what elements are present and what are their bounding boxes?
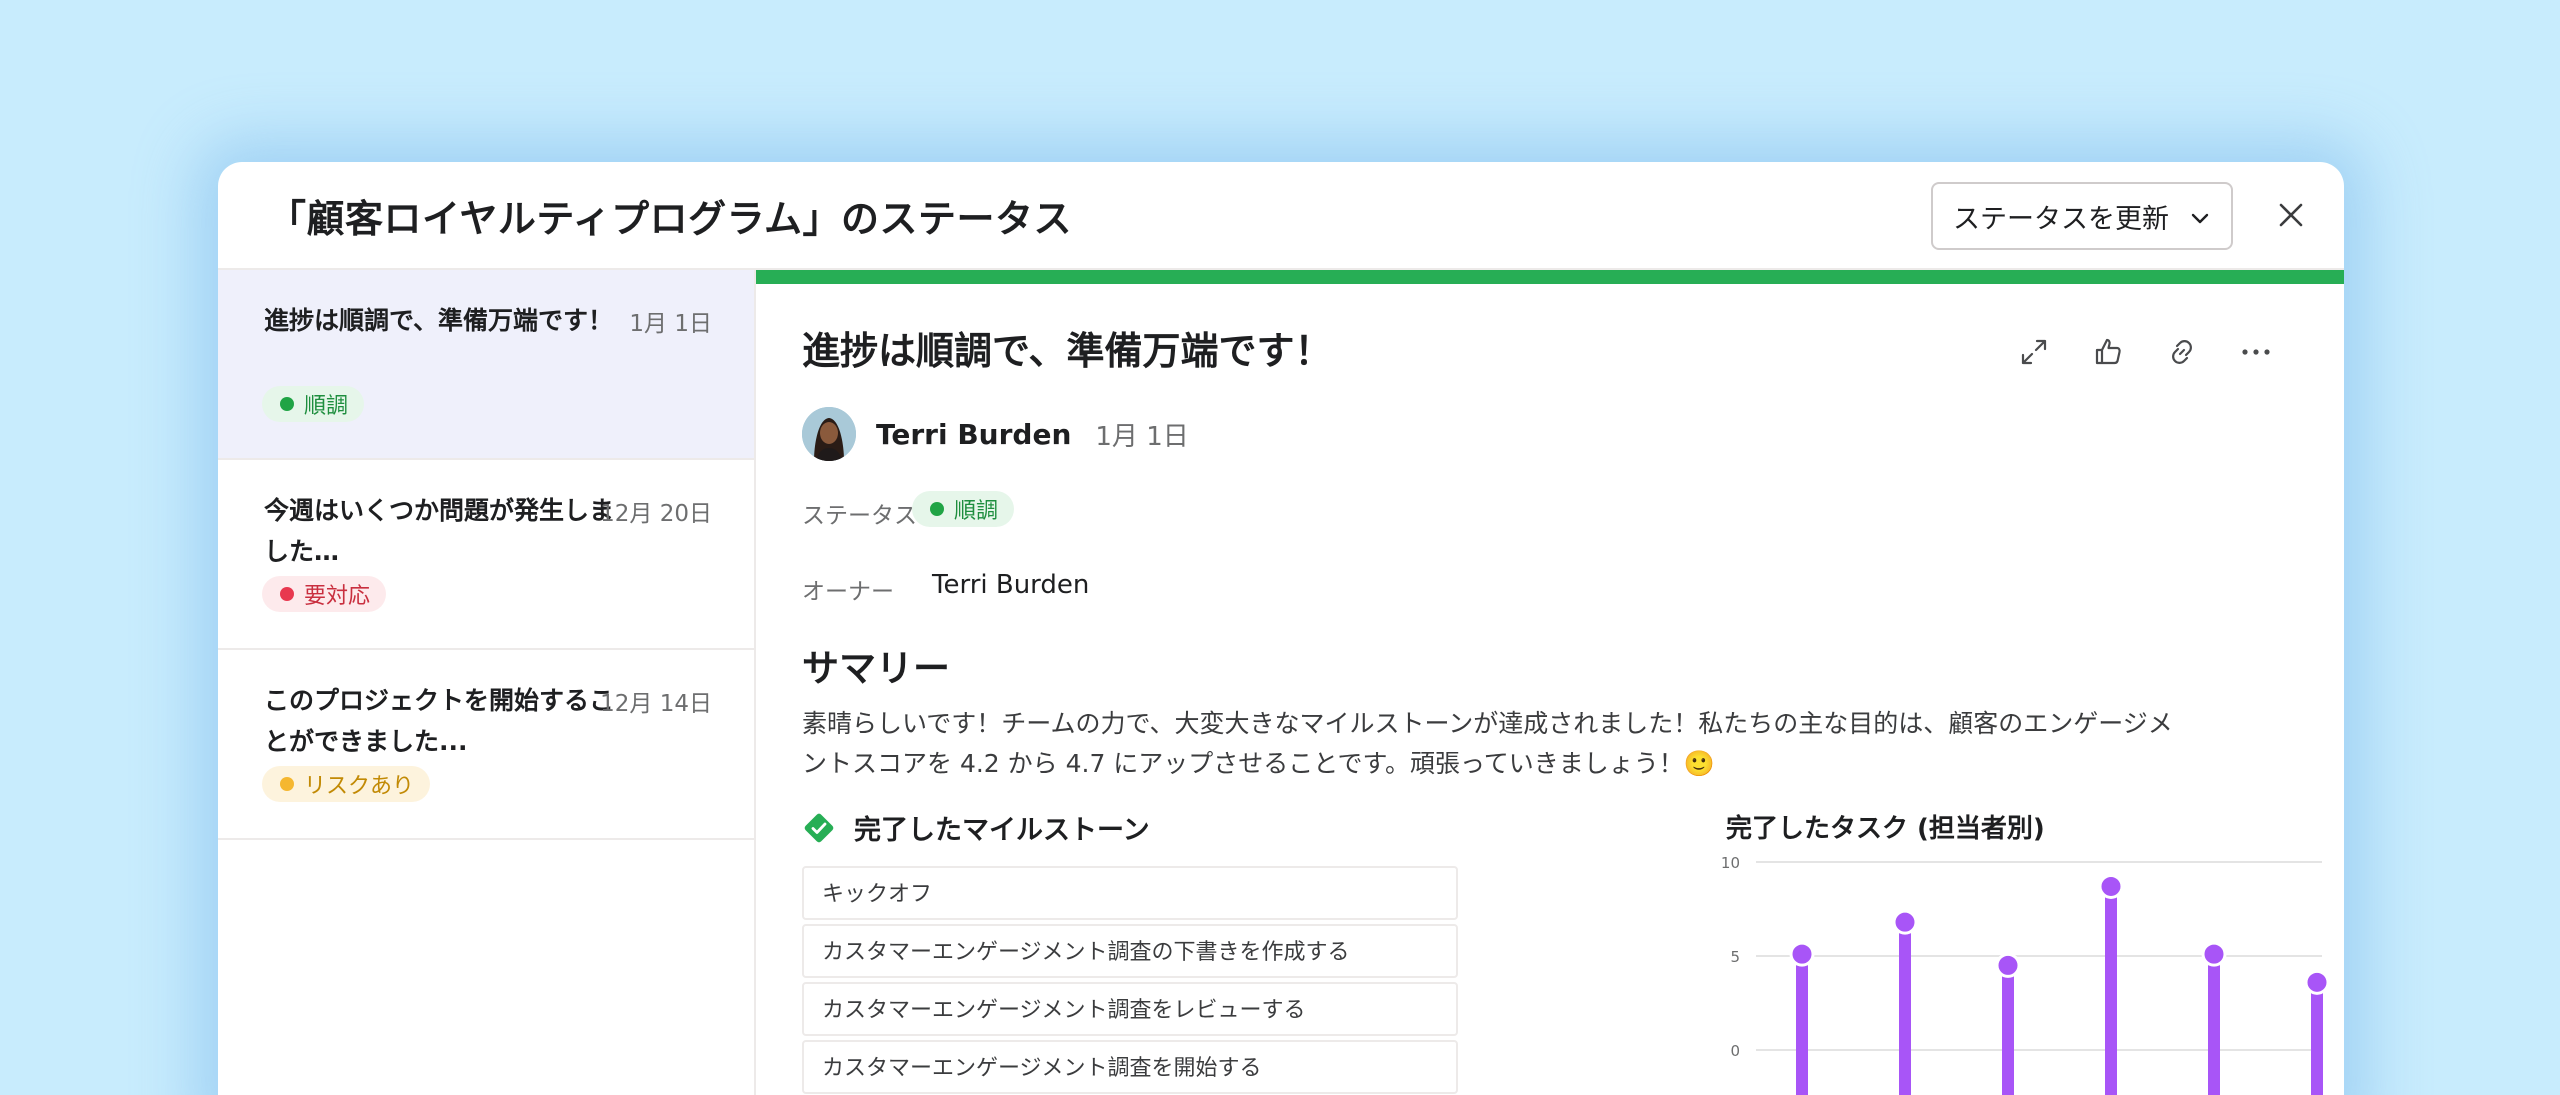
update-status-button[interactable]: ステータスを更新: [1931, 182, 2233, 250]
status-badge: 要対応: [262, 576, 387, 612]
chart-bar[interactable]: [1899, 922, 1911, 1095]
status-badge-label: 順調: [304, 394, 349, 419]
milestone-item[interactable]: カスタマーエンゲージメント調査を開始する: [802, 1040, 1458, 1094]
status-badge: 順調: [262, 386, 365, 422]
update-item-title: このプロジェクトを開始することができました...: [264, 686, 615, 756]
milestone-item[interactable]: カスタマーエンゲージメント調査の下書きを作成する: [802, 924, 1458, 978]
chart-bar[interactable]: [2105, 886, 2117, 1095]
update-item-date: 12月 14日: [600, 691, 712, 717]
update-actions: [2012, 330, 2278, 374]
status-badge: 順調: [912, 491, 1015, 527]
chart-bar[interactable]: [2002, 965, 2014, 1095]
chart-point[interactable]: [1789, 941, 1815, 967]
update-detail: 進捗は順調で、準備万端です！ Terri Burden 1月 1日 ステータス …: [756, 270, 2344, 1095]
owner-value[interactable]: Terri Burden: [932, 570, 1089, 600]
milestones-title: 完了したマイルストーン: [854, 815, 1150, 846]
status-dot-icon: [280, 777, 294, 791]
milestone-list: キックオフ カスタマーエンゲージメント調査の下書きを作成する カスタマーエンゲー…: [802, 866, 1458, 1095]
expand-button[interactable]: [2012, 330, 2056, 374]
chart-bar[interactable]: [2208, 954, 2220, 1095]
close-icon: [2279, 203, 2303, 227]
status-badge: リスクあり: [262, 766, 431, 802]
update-item-1[interactable]: 今週はいくつか問題が発生しました… 12月 20日 要対応: [218, 460, 754, 650]
author-name[interactable]: Terri Burden: [876, 418, 1071, 451]
update-item-title: 今週はいくつか問題が発生しました…: [264, 496, 615, 566]
update-item-date: 12月 20日: [600, 501, 712, 527]
more-horizontal-icon: [2242, 349, 2270, 355]
link-icon: [2172, 340, 2192, 364]
summary-text: 素晴らしいです！チームの力で、大変大きなマイルストーンが達成されました！私たちの…: [802, 709, 2173, 778]
update-title: 進捗は順調で、準備万端です！: [802, 329, 1333, 373]
chart-bar[interactable]: [1796, 954, 1808, 1095]
chart-point[interactable]: [2098, 873, 2124, 899]
chart-bar[interactable]: [2311, 982, 2323, 1095]
update-item-date: 1月 1日: [629, 311, 712, 337]
chart-point[interactable]: [1892, 909, 1918, 935]
status-color-bar: [756, 270, 2344, 284]
status-dot-icon: [280, 397, 294, 411]
close-button[interactable]: [2268, 192, 2314, 238]
chart-point[interactable]: [1995, 952, 2021, 978]
chart-point[interactable]: [2304, 969, 2330, 995]
chart-point[interactable]: [2201, 941, 2227, 967]
chart-y-tick-label: 10: [1721, 854, 1740, 872]
check-diamond-icon: [804, 813, 834, 842]
owner-field-label: オーナー: [802, 579, 894, 605]
copy-link-button[interactable]: [2160, 330, 2204, 374]
update-status-label: ステータスを更新: [1953, 203, 2169, 235]
updates-sidebar: 進捗は順調で、準備万端です！ 1月 1日 順調 今週はいくつか問題が発生しました…: [218, 270, 756, 1095]
expand-icon: [2021, 339, 2047, 365]
milestone-item[interactable]: キックオフ: [802, 866, 1458, 920]
modal-title: 「顧客ロイヤルティプログラム」のステータス: [268, 197, 1072, 241]
status-badge-label: 順調: [954, 499, 999, 524]
status-badge-label: 要対応: [304, 584, 371, 609]
status-dot-icon: [280, 587, 294, 601]
more-options-button[interactable]: [2234, 330, 2278, 374]
status-modal: 「顧客ロイヤルティプログラム」のステータス ステータスを更新 進捗は順調で、準備…: [218, 162, 2344, 1095]
status-dot-icon: [930, 502, 944, 516]
avatar[interactable]: [802, 407, 856, 461]
thumbs-up-icon: [2095, 338, 2121, 365]
update-item-2[interactable]: このプロジェクトを開始することができました... 12月 14日 リスクあり: [218, 650, 754, 840]
milestones-header: 完了したマイルストーン: [802, 808, 1150, 847]
chevron-down-icon: [2189, 205, 2211, 227]
like-button[interactable]: [2086, 330, 2130, 374]
status-field-label: ステータス: [802, 503, 917, 529]
summary-heading: サマリー: [802, 647, 950, 690]
status-badge-label: リスクあり: [304, 774, 415, 799]
update-item-title: 進捗は順調で、準備万端です！: [264, 306, 614, 335]
update-item-0[interactable]: 進捗は順調で、準備万端です！ 1月 1日 順調: [218, 270, 754, 460]
chart-title: 完了したタスク (担当者別): [1726, 814, 2045, 844]
chart-y-tick-label: 0: [1730, 1042, 1740, 1060]
author-row: Terri Burden 1月 1日: [802, 406, 1189, 462]
tasks-by-assignee-chart: 10 5 0: [1721, 854, 2330, 1095]
chart-y-tick-label: 5: [1730, 948, 1740, 966]
update-date: 1月 1日: [1095, 421, 1189, 452]
milestone-item[interactable]: カスタマーエンゲージメント調査をレビューする: [802, 982, 1458, 1036]
modal-header: 「顧客ロイヤルティプログラム」のステータス ステータスを更新: [218, 162, 2344, 270]
